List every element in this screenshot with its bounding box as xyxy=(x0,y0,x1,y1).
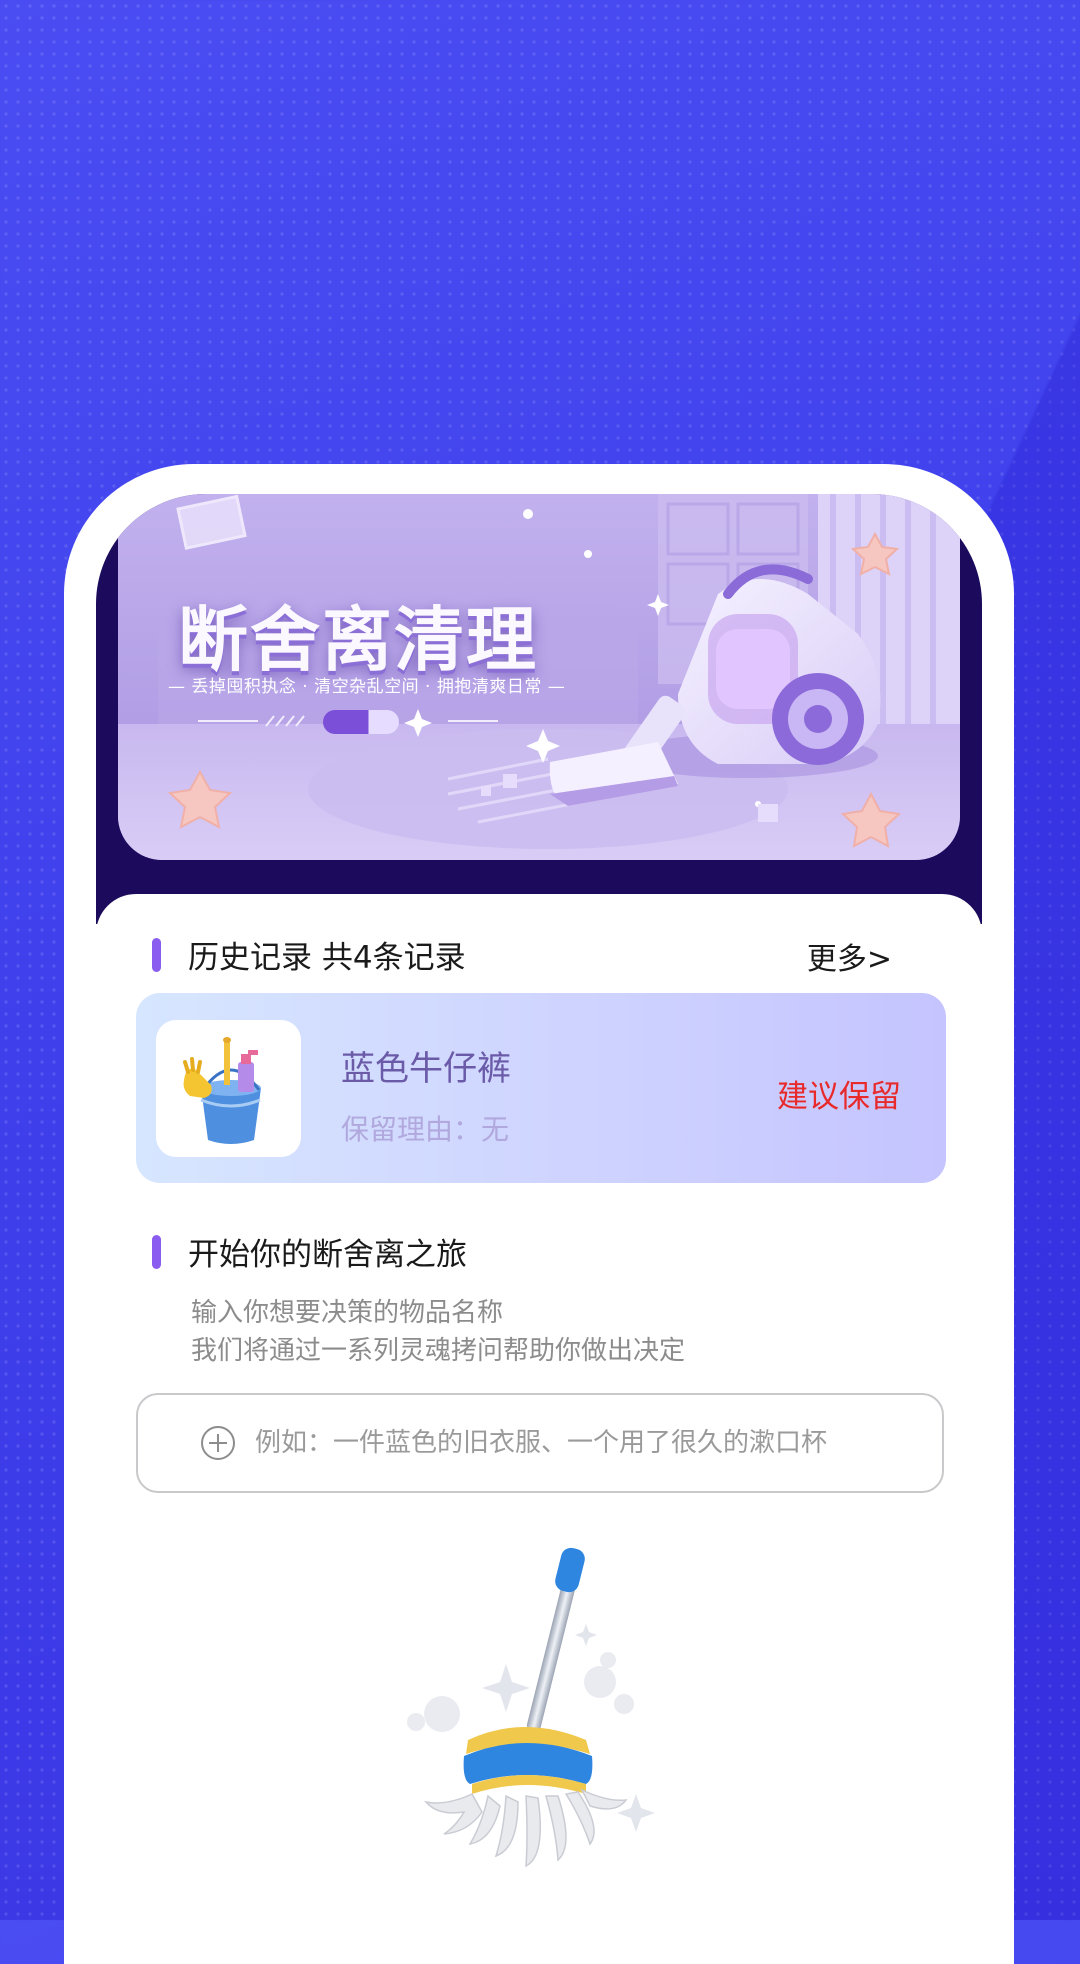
mop-icon xyxy=(407,1547,655,1868)
more-link[interactable]: 更多> xyxy=(807,934,892,978)
history-section-header: 历史记录 共4条记录 xyxy=(152,932,466,977)
intro-line-2: 我们将通过一系列灵魂拷问帮助你做出决定 xyxy=(191,1336,686,1366)
item-name-input[interactable] xyxy=(255,1428,895,1458)
banner-title: 断舍离清理 xyxy=(178,599,538,681)
section-accent-bar xyxy=(152,1234,161,1269)
history-title: 历史记录 共4条记录 xyxy=(188,940,466,976)
journey-title: 开始你的断舍离之旅 xyxy=(188,1237,467,1273)
add-circle-icon xyxy=(201,1426,235,1460)
content-card: 历史记录 共4条记录 更多> 蓝色牛仔裤 保留理由：无 建议保留 开始你的断舍离… xyxy=(96,894,982,1964)
hero-banner[interactable]: 断舍离清理 — 丢掉囤积执念 · 清空杂乱空间 · 拥抱清爽日常 — xyxy=(118,494,960,860)
item-name: 蓝色牛仔裤 xyxy=(341,1049,511,1089)
mop-illustration xyxy=(386,1544,686,1884)
cleaning-bucket-icon xyxy=(183,1037,261,1144)
item-name-input-box[interactable] xyxy=(136,1393,944,1493)
app-screen: 断舍离清理 — 丢掉囤积执念 · 清空杂乱空间 · 拥抱清爽日常 — 历史记录 … xyxy=(96,494,982,1964)
item-reason: 保留理由：无 xyxy=(341,1113,510,1146)
phone-frame: 断舍离清理 — 丢掉囤积执念 · 清空杂乱空间 · 拥抱清爽日常 — 历史记录 … xyxy=(64,464,1014,1964)
history-item-card[interactable]: 蓝色牛仔裤 保留理由：无 建议保留 xyxy=(136,993,946,1183)
section-accent-bar xyxy=(152,937,161,972)
intro-line-1: 输入你想要决策的物品名称 xyxy=(191,1298,504,1328)
banner-subtitle: — 丢掉囤积执念 · 清空杂乱空间 · 拥抱清爽日常 — xyxy=(168,677,566,697)
item-thumbnail xyxy=(156,1020,301,1157)
journey-intro: 输入你想要决策的物品名称 我们将通过一系列灵魂拷问帮助你做出决定 xyxy=(191,1294,685,1370)
journey-section-header: 开始你的断舍离之旅 xyxy=(152,1229,467,1274)
item-verdict: 建议保留 xyxy=(777,1079,901,1115)
